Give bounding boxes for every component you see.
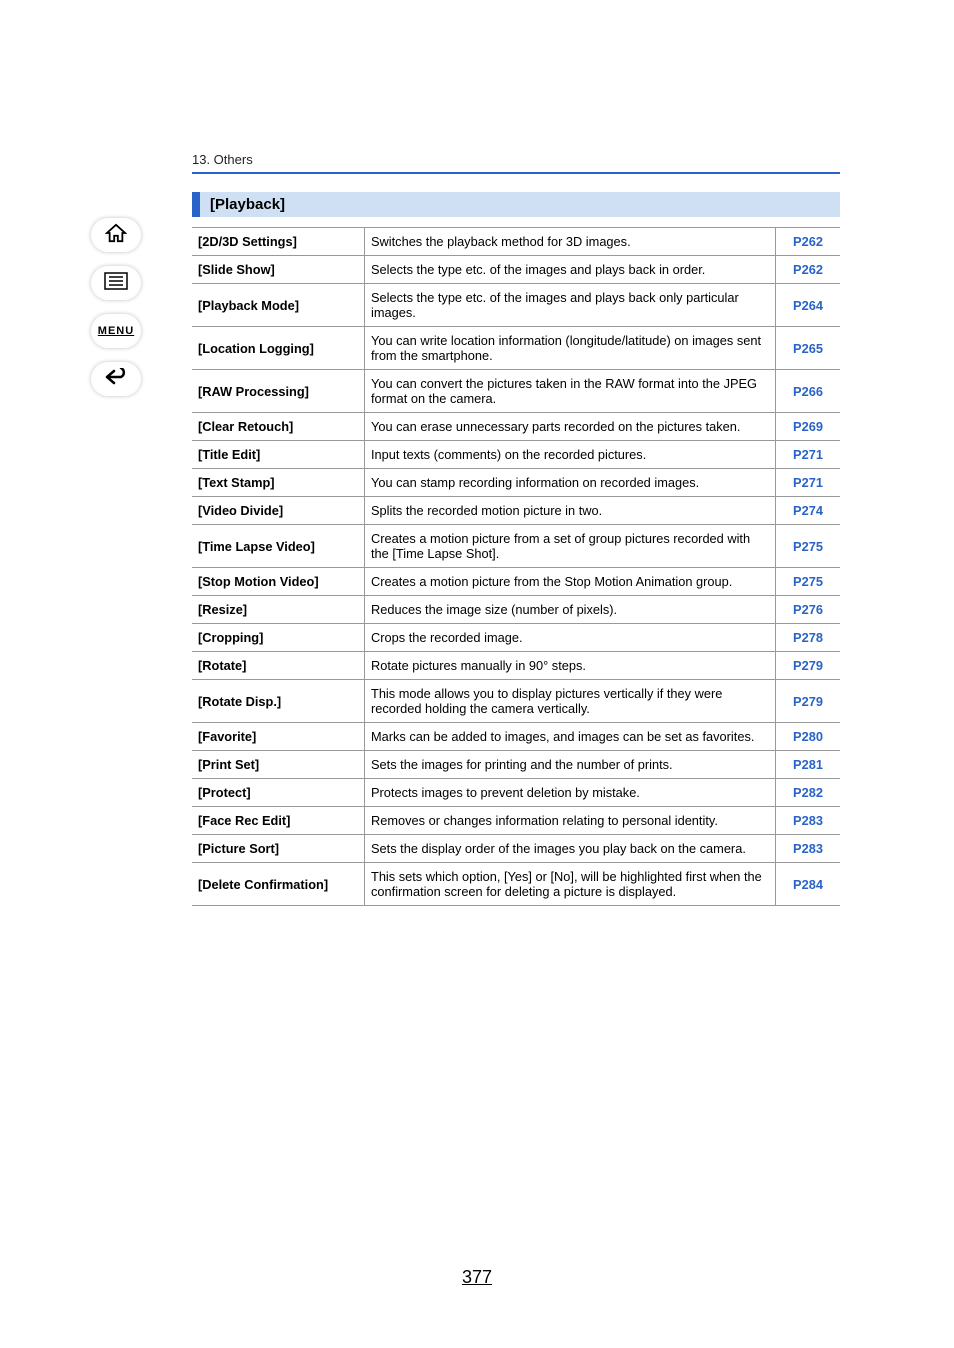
menu-item-name: [Playback Mode]	[192, 284, 365, 327]
menu-item-desc: Selects the type etc. of the images and …	[365, 256, 776, 284]
page-ref-link[interactable]: P262	[776, 256, 841, 284]
menu-item-name: [2D/3D Settings]	[192, 228, 365, 256]
table-row: [Rotate Disp.]This mode allows you to di…	[192, 680, 840, 723]
table-row: [Protect]Protects images to prevent dele…	[192, 779, 840, 807]
toc-icon	[104, 272, 128, 295]
table-row: [Time Lapse Video]Creates a motion pictu…	[192, 525, 840, 568]
menu-item-name: [Video Divide]	[192, 497, 365, 525]
page-ref-link[interactable]: P279	[776, 652, 841, 680]
table-row: [Slide Show]Selects the type etc. of the…	[192, 256, 840, 284]
menu-item-name: [Title Edit]	[192, 441, 365, 469]
table-row: [Cropping]Crops the recorded image.P278	[192, 624, 840, 652]
page-ref-link[interactable]: P265	[776, 327, 841, 370]
menu-item-name: [Protect]	[192, 779, 365, 807]
table-row: [RAW Processing]You can convert the pict…	[192, 370, 840, 413]
side-nav: MENU	[88, 218, 144, 396]
menu-item-desc: You can stamp recording information on r…	[365, 469, 776, 497]
menu-item-name: [Cropping]	[192, 624, 365, 652]
menu-item-name: [Rotate Disp.]	[192, 680, 365, 723]
chapter-label: 13. Others	[192, 152, 253, 167]
menu-item-desc: Input texts (comments) on the recorded p…	[365, 441, 776, 469]
table-row: [Picture Sort]Sets the display order of …	[192, 835, 840, 863]
menu-item-name: [Clear Retouch]	[192, 413, 365, 441]
menu-item-name: [Print Set]	[192, 751, 365, 779]
table-row: [Clear Retouch]You can erase unnecessary…	[192, 413, 840, 441]
nav-menu-button[interactable]: MENU	[91, 314, 141, 348]
menu-item-desc: Crops the recorded image.	[365, 624, 776, 652]
menu-item-desc: Splits the recorded motion picture in tw…	[365, 497, 776, 525]
menu-item-desc: Switches the playback method for 3D imag…	[365, 228, 776, 256]
table-row: [Delete Confirmation]This sets which opt…	[192, 863, 840, 906]
table-row: [Playback Mode]Selects the type etc. of …	[192, 284, 840, 327]
menu-item-desc: Marks can be added to images, and images…	[365, 723, 776, 751]
nav-back-button[interactable]	[91, 362, 141, 396]
menu-item-name: [Favorite]	[192, 723, 365, 751]
table-row: [Favorite]Marks can be added to images, …	[192, 723, 840, 751]
menu-item-desc: You can convert the pictures taken in th…	[365, 370, 776, 413]
page-ref-link[interactable]: P280	[776, 723, 841, 751]
table-row: [Title Edit]Input texts (comments) on th…	[192, 441, 840, 469]
menu-item-desc: Protects images to prevent deletion by m…	[365, 779, 776, 807]
menu-item-desc: Rotate pictures manually in 90° steps.	[365, 652, 776, 680]
menu-item-desc: This sets which option, [Yes] or [No], w…	[365, 863, 776, 906]
page-ref-link[interactable]: P279	[776, 680, 841, 723]
table-row: [Face Rec Edit]Removes or changes inform…	[192, 807, 840, 835]
page-ref-link[interactable]: P278	[776, 624, 841, 652]
page-ref-link[interactable]: P281	[776, 751, 841, 779]
page-number[interactable]: 377	[0, 1267, 954, 1288]
page-ref-link[interactable]: P271	[776, 441, 841, 469]
menu-item-desc: Sets the display order of the images you…	[365, 835, 776, 863]
page-ref-link[interactable]: P274	[776, 497, 841, 525]
divider	[192, 172, 840, 174]
menu-item-name: [Face Rec Edit]	[192, 807, 365, 835]
menu-item-desc: Selects the type etc. of the images and …	[365, 284, 776, 327]
menu-item-desc: Removes or changes information relating …	[365, 807, 776, 835]
table-row: [2D/3D Settings]Switches the playback me…	[192, 228, 840, 256]
table-row: [Print Set]Sets the images for printing …	[192, 751, 840, 779]
table-row: [Location Logging]You can write location…	[192, 327, 840, 370]
table-row: [Rotate]Rotate pictures manually in 90° …	[192, 652, 840, 680]
page-ref-link[interactable]: P276	[776, 596, 841, 624]
menu-item-name: [Stop Motion Video]	[192, 568, 365, 596]
table-row: [Stop Motion Video]Creates a motion pict…	[192, 568, 840, 596]
page-ref-link[interactable]: P275	[776, 525, 841, 568]
section-title: [Playback]	[192, 192, 840, 217]
menu-item-name: [Slide Show]	[192, 256, 365, 284]
menu-item-desc: You can erase unnecessary parts recorded…	[365, 413, 776, 441]
menu-item-name: [RAW Processing]	[192, 370, 365, 413]
menu-item-desc: Sets the images for printing and the num…	[365, 751, 776, 779]
menu-item-name: [Delete Confirmation]	[192, 863, 365, 906]
page-ref-link[interactable]: P264	[776, 284, 841, 327]
menu-item-name: [Rotate]	[192, 652, 365, 680]
menu-item-desc: Reduces the image size (number of pixels…	[365, 596, 776, 624]
menu-label: MENU	[98, 325, 134, 337]
table-row: [Text Stamp]You can stamp recording info…	[192, 469, 840, 497]
page-ref-link[interactable]: P266	[776, 370, 841, 413]
menu-item-name: [Picture Sort]	[192, 835, 365, 863]
nav-home-button[interactable]	[91, 218, 141, 252]
page-ref-link[interactable]: P282	[776, 779, 841, 807]
menu-item-desc: You can write location information (long…	[365, 327, 776, 370]
menu-item-desc: This mode allows you to display pictures…	[365, 680, 776, 723]
page-ref-link[interactable]: P284	[776, 863, 841, 906]
table-row: [Resize]Reduces the image size (number o…	[192, 596, 840, 624]
page-ref-link[interactable]: P283	[776, 807, 841, 835]
back-icon	[104, 368, 128, 391]
playback-menu-table: [2D/3D Settings]Switches the playback me…	[192, 227, 840, 906]
page-ref-link[interactable]: P283	[776, 835, 841, 863]
page-ref-link[interactable]: P275	[776, 568, 841, 596]
nav-toc-button[interactable]	[91, 266, 141, 300]
page-ref-link[interactable]: P269	[776, 413, 841, 441]
menu-item-name: [Time Lapse Video]	[192, 525, 365, 568]
menu-item-name: [Resize]	[192, 596, 365, 624]
menu-item-desc: Creates a motion picture from the Stop M…	[365, 568, 776, 596]
menu-item-desc: Creates a motion picture from a set of g…	[365, 525, 776, 568]
page-ref-link[interactable]: P262	[776, 228, 841, 256]
page-ref-link[interactable]: P271	[776, 469, 841, 497]
home-icon	[105, 223, 127, 248]
table-row: [Video Divide]Splits the recorded motion…	[192, 497, 840, 525]
menu-item-name: [Text Stamp]	[192, 469, 365, 497]
menu-item-name: [Location Logging]	[192, 327, 365, 370]
